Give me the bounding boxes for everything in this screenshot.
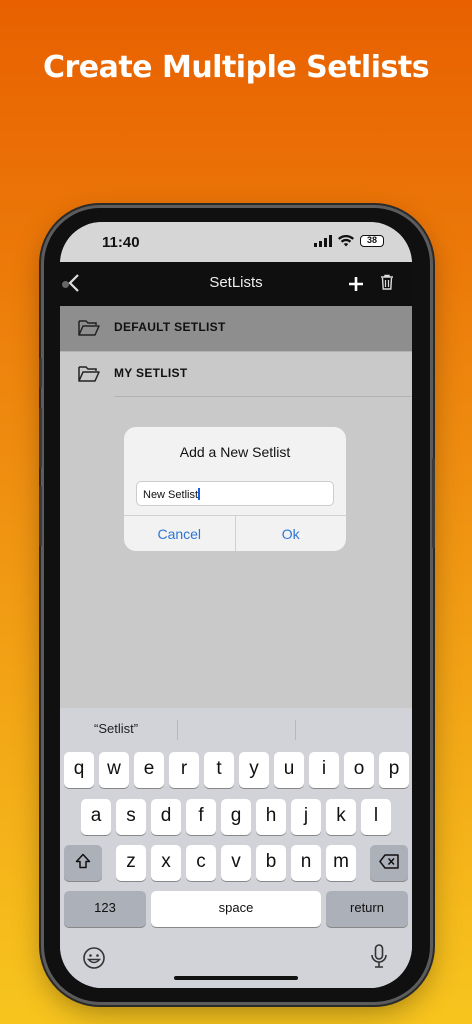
key-e[interactable]: e xyxy=(134,752,164,788)
key-s[interactable]: s xyxy=(116,799,146,835)
suggestion-divider xyxy=(177,720,178,740)
key-g[interactable]: g xyxy=(221,799,251,835)
key-t[interactable]: t xyxy=(204,752,234,788)
cancel-button[interactable]: Cancel xyxy=(124,516,236,551)
emoji-icon[interactable] xyxy=(82,946,106,970)
return-key[interactable]: return xyxy=(326,891,408,927)
battery-icon: 38 xyxy=(360,235,384,247)
setlist-row-my[interactable]: MY SETLIST xyxy=(60,352,412,397)
app-screen: 11:40 38 SetLists DEFAULT SETLIST MY SET… xyxy=(60,222,412,988)
key-p[interactable]: p xyxy=(379,752,409,788)
plus-icon[interactable] xyxy=(348,276,364,292)
key-n[interactable]: n xyxy=(291,845,321,881)
cellular-signal-icon xyxy=(314,235,332,247)
key-c[interactable]: c xyxy=(186,845,216,881)
input-value: New Setlist xyxy=(143,489,199,501)
wifi-icon xyxy=(338,235,354,247)
key-l[interactable]: l xyxy=(361,799,391,835)
power-button xyxy=(432,458,435,548)
backspace-key[interactable] xyxy=(370,845,408,881)
shift-icon xyxy=(75,853,91,869)
suggestion-item[interactable]: “Setlist” xyxy=(94,721,138,736)
mute-switch xyxy=(39,358,42,388)
keyboard: “Setlist” q w e r t y u i o p a s d f g … xyxy=(60,708,412,988)
volume-down-button xyxy=(39,486,42,546)
dialog-title: Add a New Setlist xyxy=(179,444,291,460)
setlist-row-default[interactable]: DEFAULT SETLIST xyxy=(60,306,412,352)
key-d[interactable]: d xyxy=(151,799,181,835)
key-v[interactable]: v xyxy=(221,845,251,881)
nav-bar: SetLists xyxy=(60,262,412,306)
key-w[interactable]: w xyxy=(99,752,129,788)
numbers-key[interactable]: 123 xyxy=(64,891,146,927)
folder-icon xyxy=(78,366,100,382)
delete-icon xyxy=(379,854,399,869)
status-time: 11:40 xyxy=(102,234,140,251)
phone-frame: 11:40 38 SetLists DEFAULT SETLIST MY SET… xyxy=(39,208,435,1002)
home-indicator[interactable] xyxy=(174,976,298,980)
key-a[interactable]: a xyxy=(81,799,111,835)
microphone-icon[interactable] xyxy=(370,944,388,970)
status-bar: 11:40 38 xyxy=(60,222,412,262)
setlist-name-input[interactable]: New Setlist xyxy=(136,481,334,506)
dialog-button-row: Cancel Ok xyxy=(124,515,346,551)
suggestion-divider xyxy=(295,720,296,740)
text-caret xyxy=(198,488,201,500)
key-j[interactable]: j xyxy=(291,799,321,835)
key-q[interactable]: q xyxy=(64,752,94,788)
key-m[interactable]: m xyxy=(326,845,356,881)
key-k[interactable]: k xyxy=(326,799,356,835)
key-o[interactable]: o xyxy=(344,752,374,788)
key-f[interactable]: f xyxy=(186,799,216,835)
trash-icon[interactable] xyxy=(380,274,394,290)
key-i[interactable]: i xyxy=(309,752,339,788)
key-r[interactable]: r xyxy=(169,752,199,788)
folder-icon xyxy=(78,320,100,336)
status-icons: 38 xyxy=(314,235,384,247)
setlist-list: DEFAULT SETLIST MY SETLIST xyxy=(60,306,412,397)
shift-key[interactable] xyxy=(64,845,102,881)
ok-button[interactable]: Ok xyxy=(236,516,347,551)
add-setlist-dialog: Add a New Setlist New Setlist Cancel Ok xyxy=(124,427,346,551)
suggestion-bar: “Setlist” xyxy=(60,708,412,748)
key-x[interactable]: x xyxy=(151,845,181,881)
promo-title: Create Multiple Setlists xyxy=(42,50,430,85)
space-key[interactable]: space xyxy=(151,891,321,927)
key-z[interactable]: z xyxy=(116,845,146,881)
key-y[interactable]: y xyxy=(239,752,269,788)
setlist-label: MY SETLIST xyxy=(114,366,188,380)
key-b[interactable]: b xyxy=(256,845,286,881)
key-u[interactable]: u xyxy=(274,752,304,788)
key-h[interactable]: h xyxy=(256,799,286,835)
volume-up-button xyxy=(39,408,42,468)
setlist-label: DEFAULT SETLIST xyxy=(114,320,226,334)
